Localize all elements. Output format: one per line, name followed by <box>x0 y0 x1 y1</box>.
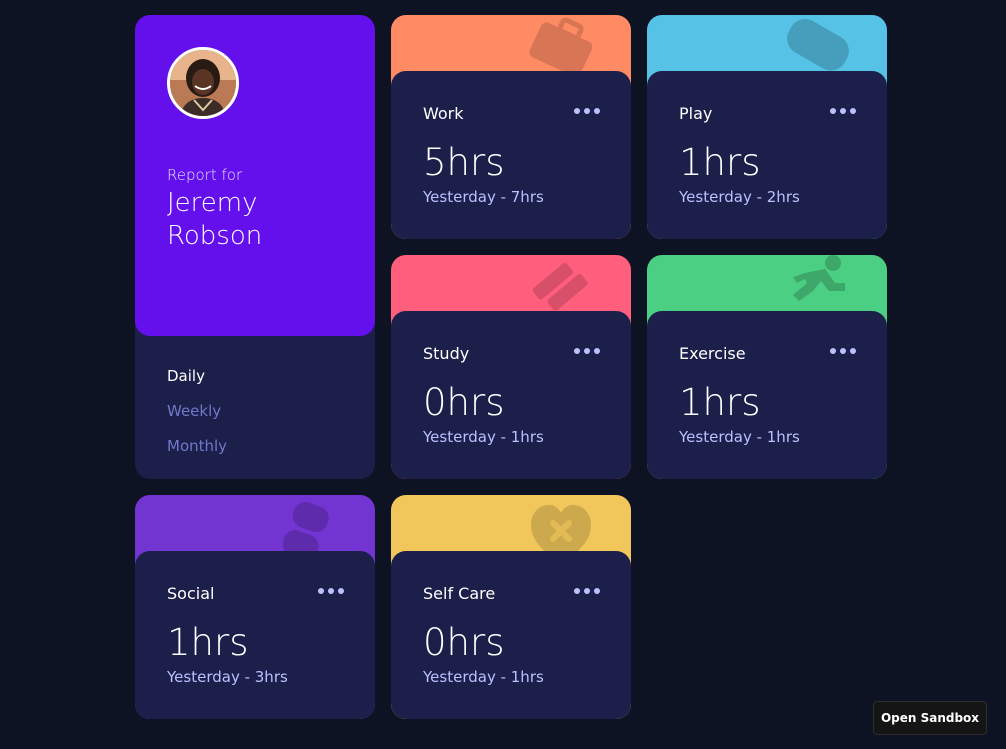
activity-title: Work <box>423 104 464 123</box>
more-options-icon[interactable] <box>830 105 856 117</box>
more-options-icon[interactable] <box>574 345 600 357</box>
activity-card-self-care: Self Care 0hrs Yesterday - 1hrs <box>391 495 631 719</box>
previous-hours: Yesterday - 7hrs <box>423 188 544 206</box>
period-selector: Daily Weekly Monthly <box>167 358 227 463</box>
current-hours: 1hrs <box>679 381 761 424</box>
activity-title: Exercise <box>679 344 746 363</box>
more-options-icon[interactable] <box>830 345 856 357</box>
previous-hours: Yesterday - 1hrs <box>679 428 800 446</box>
activity-title: Study <box>423 344 470 363</box>
open-sandbox-button[interactable]: Open Sandbox <box>873 701 987 735</box>
current-hours: 5hrs <box>423 141 505 184</box>
more-options-icon[interactable] <box>574 585 600 597</box>
current-hours: 1hrs <box>679 141 761 184</box>
activity-title: Social <box>167 584 215 603</box>
activity-card-body: Exercise 1hrs Yesterday - 1hrs <box>647 311 887 479</box>
previous-hours: Yesterday - 3hrs <box>167 668 288 686</box>
previous-hours: Yesterday - 1hrs <box>423 668 544 686</box>
activity-card-body: Work 5hrs Yesterday - 7hrs <box>391 71 631 239</box>
avatar <box>167 47 239 119</box>
report-label: Report for <box>167 166 243 184</box>
current-hours: 1hrs <box>167 621 249 664</box>
user-name: Jeremy Robson <box>167 188 263 251</box>
previous-hours: Yesterday - 1hrs <box>423 428 544 446</box>
profile-header: Report for Jeremy Robson <box>135 15 375 336</box>
activity-card-body: Self Care 0hrs Yesterday - 1hrs <box>391 551 631 719</box>
period-weekly-button[interactable]: Weekly <box>167 393 221 428</box>
previous-hours: Yesterday - 2hrs <box>679 188 800 206</box>
more-options-icon[interactable] <box>318 585 344 597</box>
period-monthly-button[interactable]: Monthly <box>167 428 227 463</box>
current-hours: 0hrs <box>423 621 505 664</box>
activity-card-body: Social 1hrs Yesterday - 3hrs <box>135 551 375 719</box>
activity-title: Play <box>679 104 713 123</box>
period-daily-button[interactable]: Daily <box>167 358 205 393</box>
more-options-icon[interactable] <box>574 105 600 117</box>
activity-card-exercise: Exercise 1hrs Yesterday - 1hrs <box>647 255 887 479</box>
activity-card-social: Social 1hrs Yesterday - 3hrs <box>135 495 375 719</box>
profile-card: Report for Jeremy Robson Daily Weekly Mo… <box>135 15 375 479</box>
dashboard-grid: Report for Jeremy Robson Daily Weekly Mo… <box>0 0 1006 749</box>
activity-card-body: Study 0hrs Yesterday - 1hrs <box>391 311 631 479</box>
activity-card-body: Play 1hrs Yesterday - 2hrs <box>647 71 887 239</box>
activity-title: Self Care <box>423 584 496 603</box>
user-avatar-photo-icon <box>170 50 236 116</box>
activity-card-study: Study 0hrs Yesterday - 1hrs <box>391 255 631 479</box>
current-hours: 0hrs <box>423 381 505 424</box>
activity-card-work: Work 5hrs Yesterday - 7hrs <box>391 15 631 239</box>
running-icon <box>793 255 845 301</box>
activity-card-play: Play 1hrs Yesterday - 2hrs <box>647 15 887 239</box>
